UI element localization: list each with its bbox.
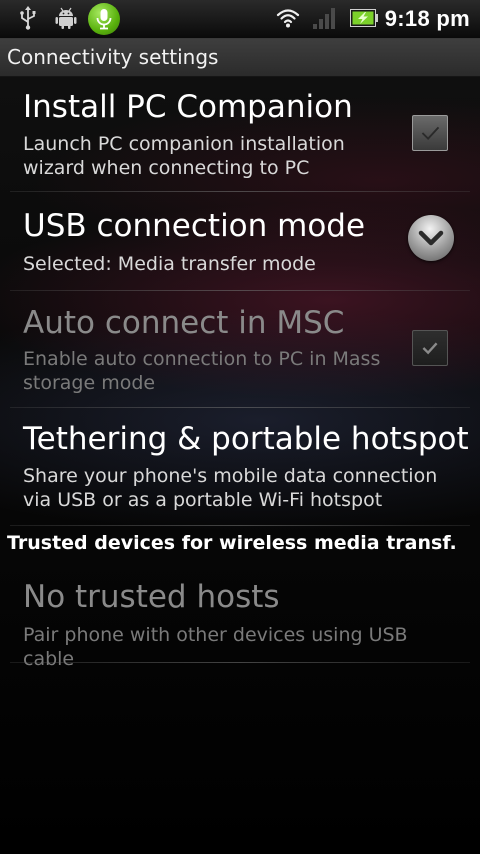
pref-tethering-hotspot[interactable]: Tethering & portable hotspot Share your … — [0, 408, 480, 526]
android-debug-icon — [55, 7, 77, 29]
screen: 9:18 pm Connectivity settings Install PC… — [0, 0, 480, 854]
pref-title: USB connection mode — [23, 208, 366, 244]
pref-summary: Launch PC companion installation wizard … — [23, 133, 345, 179]
check-icon — [422, 342, 438, 355]
pref-usb-connection-mode[interactable]: USB connection mode Selected: Media tran… — [0, 192, 480, 291]
check-icon — [421, 126, 440, 141]
status-bar: 9:18 pm — [0, 0, 480, 39]
pref-title: Install PC Companion — [23, 89, 353, 125]
pref-auto-connect-msc: Auto connect in MSC Enable auto connecti… — [0, 291, 480, 408]
usb-mode-dropdown-button[interactable] — [408, 215, 454, 261]
category-header-trusted-devices: Trusted devices for wireless media trans… — [7, 532, 457, 554]
install-pc-companion-checkbox[interactable] — [412, 115, 448, 151]
battery-charging-icon — [350, 9, 378, 27]
chevron-down-icon — [418, 230, 444, 246]
pref-summary: Enable auto connection to PC in Mass sto… — [23, 348, 381, 394]
divider — [10, 662, 470, 663]
pref-title: No trusted hosts — [23, 579, 280, 615]
status-clock: 9:18 pm — [384, 6, 470, 31]
pref-summary: Share your phone's mobile data connectio… — [23, 465, 438, 511]
pref-title: Tethering & portable hotspot — [23, 421, 469, 457]
pref-title: Auto connect in MSC — [23, 305, 345, 341]
pref-summary: Pair phone with other devices using USB … — [23, 624, 408, 670]
title-bar: Connectivity settings — [0, 39, 480, 77]
divider — [10, 525, 470, 526]
wifi-icon — [276, 9, 300, 28]
pref-no-trusted-hosts: No trusted hosts Pair phone with other d… — [0, 563, 480, 670]
usb-icon — [20, 6, 36, 30]
voice-mic-icon — [88, 3, 120, 35]
page-title: Connectivity settings — [7, 45, 219, 69]
auto-connect-msc-checkbox — [412, 330, 448, 366]
signal-icon — [313, 8, 335, 29]
pref-install-pc-companion[interactable]: Install PC Companion Launch PC companion… — [0, 77, 480, 192]
pref-summary: Selected: Media transfer mode — [23, 253, 316, 275]
